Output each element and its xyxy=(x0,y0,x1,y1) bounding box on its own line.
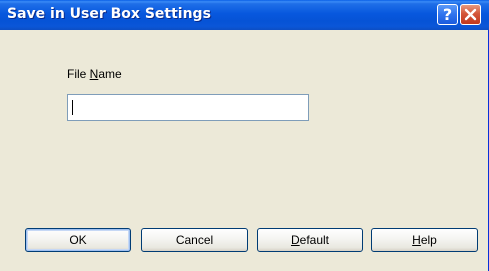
title-bar[interactable]: Save in User Box Settings ? xyxy=(0,0,489,30)
ok-button-label: OK xyxy=(69,233,87,247)
file-name-label-suffix: ame xyxy=(98,67,122,81)
default-button-rest: efault xyxy=(299,233,330,247)
ok-button[interactable]: OK xyxy=(25,228,131,252)
help-button-rest: elp xyxy=(420,233,437,247)
close-icon xyxy=(464,8,477,21)
help-icon: ? xyxy=(442,5,453,24)
help-button-accel: H xyxy=(412,233,421,247)
text-caret xyxy=(72,100,73,115)
cancel-button[interactable]: Cancel xyxy=(141,228,248,252)
default-button-accel: D xyxy=(290,233,300,247)
help-button-label: Help xyxy=(412,233,437,247)
dialog-window: Save in User Box Settings ? File Name OK… xyxy=(0,0,489,271)
window-title: Save in User Box Settings xyxy=(7,6,211,22)
default-button-label: Default xyxy=(291,233,329,247)
file-name-label: File Name xyxy=(67,67,122,81)
cancel-button-label: Cancel xyxy=(175,233,214,247)
file-name-input[interactable] xyxy=(67,94,309,121)
help-button[interactable]: Help xyxy=(371,228,478,252)
help-title-button[interactable]: ? xyxy=(437,4,458,25)
file-name-label-prefix: File xyxy=(67,67,90,81)
close-button[interactable] xyxy=(460,4,481,25)
default-button[interactable]: Default xyxy=(257,228,363,252)
